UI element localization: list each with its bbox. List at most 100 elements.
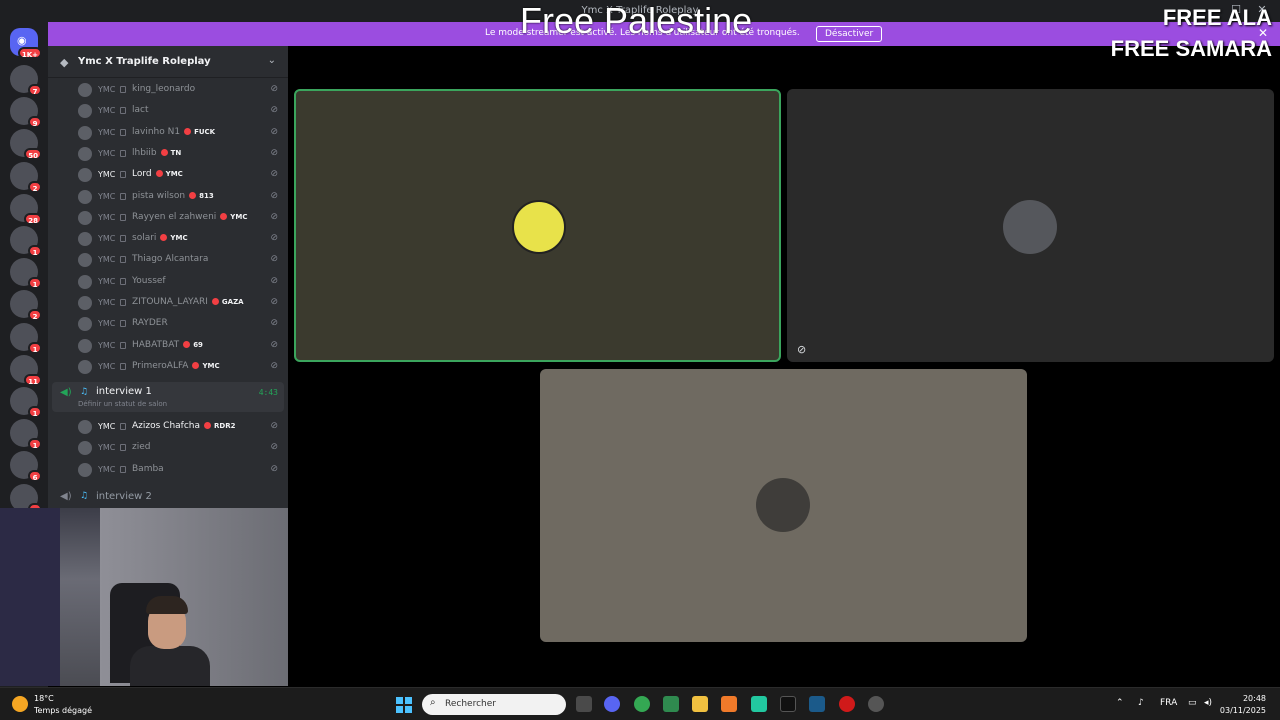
member-tag: YMC — [98, 276, 116, 286]
deafened-icon: ⊘ — [270, 339, 278, 350]
server-icon-8[interactable]: 1 — [10, 322, 42, 354]
member-name-text: Lord — [132, 169, 152, 180]
language-indicator[interactable]: FRA — [1160, 698, 1177, 708]
app-icon[interactable] — [780, 696, 796, 712]
avatar — [78, 146, 92, 161]
member-name-text: zied — [132, 442, 151, 453]
weather-temp[interactable]: 18°C — [34, 694, 54, 703]
member-row[interactable]: YMC RAYDER ⊘ — [76, 314, 282, 334]
server-icon-10[interactable]: 1 — [10, 387, 42, 418]
avatar — [756, 478, 810, 532]
participant-tile-speaking[interactable] — [294, 89, 781, 362]
server-icon-4[interactable]: 28 — [10, 193, 42, 225]
chrome-icon[interactable] — [634, 696, 650, 712]
server-icon-6[interactable]: 1 — [10, 258, 42, 290]
tag-icon — [120, 444, 126, 452]
member-name-text: Bamba — [132, 463, 164, 474]
avatar — [78, 83, 92, 97]
server-header[interactable]: ◆ Ymc X Traplife Roleplay ⌄ — [48, 46, 288, 78]
member-name: Bamba — [132, 464, 167, 474]
weather-icon[interactable] — [12, 696, 28, 712]
display-icon[interactable]: ▭ — [1188, 698, 1197, 708]
member-row[interactable]: YMC pista wilson 813 ⊘ — [76, 187, 282, 207]
app-icon[interactable] — [663, 696, 679, 712]
member-row[interactable]: YMC lhbiib TN ⊘ — [76, 144, 282, 164]
member-row[interactable]: YMC Thiago Alcantara ⊘ — [76, 250, 282, 270]
member-row[interactable]: YMC lavinho N1 FUCK ⊘ — [76, 123, 282, 143]
tag-icon — [120, 341, 126, 349]
member-name-text: Thiago Alcantara — [132, 254, 209, 265]
task-view-icon[interactable] — [576, 696, 592, 712]
member-role: YMC — [165, 170, 183, 179]
server-icon-1[interactable]: 9 — [10, 97, 42, 129]
server-icon-5[interactable]: 1 — [10, 226, 42, 257]
deafened-icon: ⊘ — [270, 318, 278, 329]
server-icon-2[interactable]: 50 — [10, 129, 42, 161]
member-tag: YMC — [98, 319, 116, 329]
member-tag: YMC — [98, 234, 116, 244]
member-tag: YMC — [98, 212, 116, 222]
member-name: zied — [132, 442, 153, 452]
member-row[interactable]: YMC king_leonardo ⊘ — [76, 80, 282, 100]
member-name: Azizos Chafcha RDR2 — [132, 421, 235, 431]
member-name: pista wilson 813 — [132, 191, 214, 201]
server-badge: 9 — [28, 116, 42, 129]
voice-channel-interview-1[interactable]: ◀) ♫ interview 1 Définir un statut de sa… — [52, 382, 284, 412]
participant-tile[interactable] — [540, 369, 1027, 642]
home-button[interactable]: ◉ 1K+ — [10, 28, 42, 59]
server-icon-9[interactable]: 11 — [10, 354, 42, 386]
overlay-free-line-2: FREE SAMARA — [1110, 36, 1272, 61]
settings-icon[interactable] — [868, 696, 884, 712]
server-badge: 7 — [28, 84, 42, 96]
member-row[interactable]: YMC Bamba ⊘ — [76, 460, 282, 480]
member-row[interactable]: YMC solari YMC ⊘ — [76, 229, 282, 249]
member-row[interactable]: YMC Youssef ⊘ — [76, 272, 282, 292]
member-row[interactable]: YMC zied ⊘ — [76, 438, 282, 458]
server-icon-11[interactable]: 1 — [10, 419, 42, 451]
clock[interactable]: 20:48 03/11/2025 — [1220, 693, 1266, 717]
member-row[interactable]: YMC Lord YMC ⊘ — [76, 165, 282, 185]
volume-icon[interactable]: ◂) — [1204, 698, 1212, 708]
tag-icon — [120, 235, 126, 243]
chevron-up-icon[interactable]: ⌃ — [1116, 698, 1124, 708]
opera-icon[interactable] — [839, 696, 855, 712]
member-row[interactable]: YMC PrimeroALFA YMC ⊘ — [76, 357, 282, 377]
weather-desc[interactable]: Temps dégagé — [34, 706, 92, 715]
voice-channel-status[interactable]: Définir un statut de salon — [78, 400, 167, 408]
member-role: FUCK — [194, 127, 216, 136]
chevron-down-icon[interactable]: ⌄ — [268, 55, 276, 66]
server-icon-3[interactable]: 2 — [10, 161, 42, 193]
role-icon — [160, 234, 168, 242]
deafened-icon: ⊘ — [270, 84, 278, 94]
app-icon[interactable] — [751, 696, 767, 712]
member-row[interactable]: YMC HABATBAT 69 ⊘ — [76, 336, 282, 356]
member-name: ZITOUNA_LAYARI GAZA — [132, 297, 244, 307]
windows-taskbar: 18°C Temps dégagé ⌕ Rechercher ⌃ ♪ FRA ▭… — [0, 687, 1280, 720]
voice-channel-interview-2[interactable]: ◀) ♫ interview 2 — [52, 487, 284, 507]
server-icon-7[interactable]: 2 — [10, 290, 42, 322]
discord-taskbar-icon[interactable] — [604, 696, 620, 712]
member-role: YMC — [230, 212, 248, 221]
member-row[interactable]: YMC ZITOUNA_LAYARI GAZA ⊘ — [76, 293, 282, 313]
member-name: lact — [132, 105, 152, 115]
member-role: YMC — [202, 361, 220, 370]
participant-tile[interactable]: ⊘ — [787, 89, 1274, 362]
member-row[interactable]: YMC lact ⊘ — [76, 101, 282, 121]
microphone-icon[interactable]: ♪ — [1138, 698, 1144, 708]
steam-icon[interactable] — [809, 696, 825, 712]
member-role: 69 — [193, 340, 203, 349]
server-badge: 1 — [28, 277, 42, 290]
taskbar-search[interactable]: ⌕ Rechercher — [422, 694, 566, 715]
server-icon-0[interactable]: 7 — [10, 65, 42, 96]
member-name: Youssef — [132, 276, 169, 286]
app-icon[interactable] — [721, 696, 737, 712]
folder-icon[interactable] — [692, 696, 708, 712]
disable-streamer-button[interactable]: Désactiver — [816, 26, 883, 42]
member-row[interactable]: YMC Azizos Chafcha RDR2 ⊘ — [76, 417, 282, 437]
start-button[interactable] — [396, 697, 412, 713]
member-name: solari YMC — [132, 233, 188, 243]
server-badge: 11 — [24, 373, 42, 386]
server-icon-12[interactable]: 6 — [10, 451, 42, 483]
tag-icon — [120, 465, 126, 473]
member-row[interactable]: YMC Rayyen el zahweni YMC ⊘ — [76, 208, 282, 228]
